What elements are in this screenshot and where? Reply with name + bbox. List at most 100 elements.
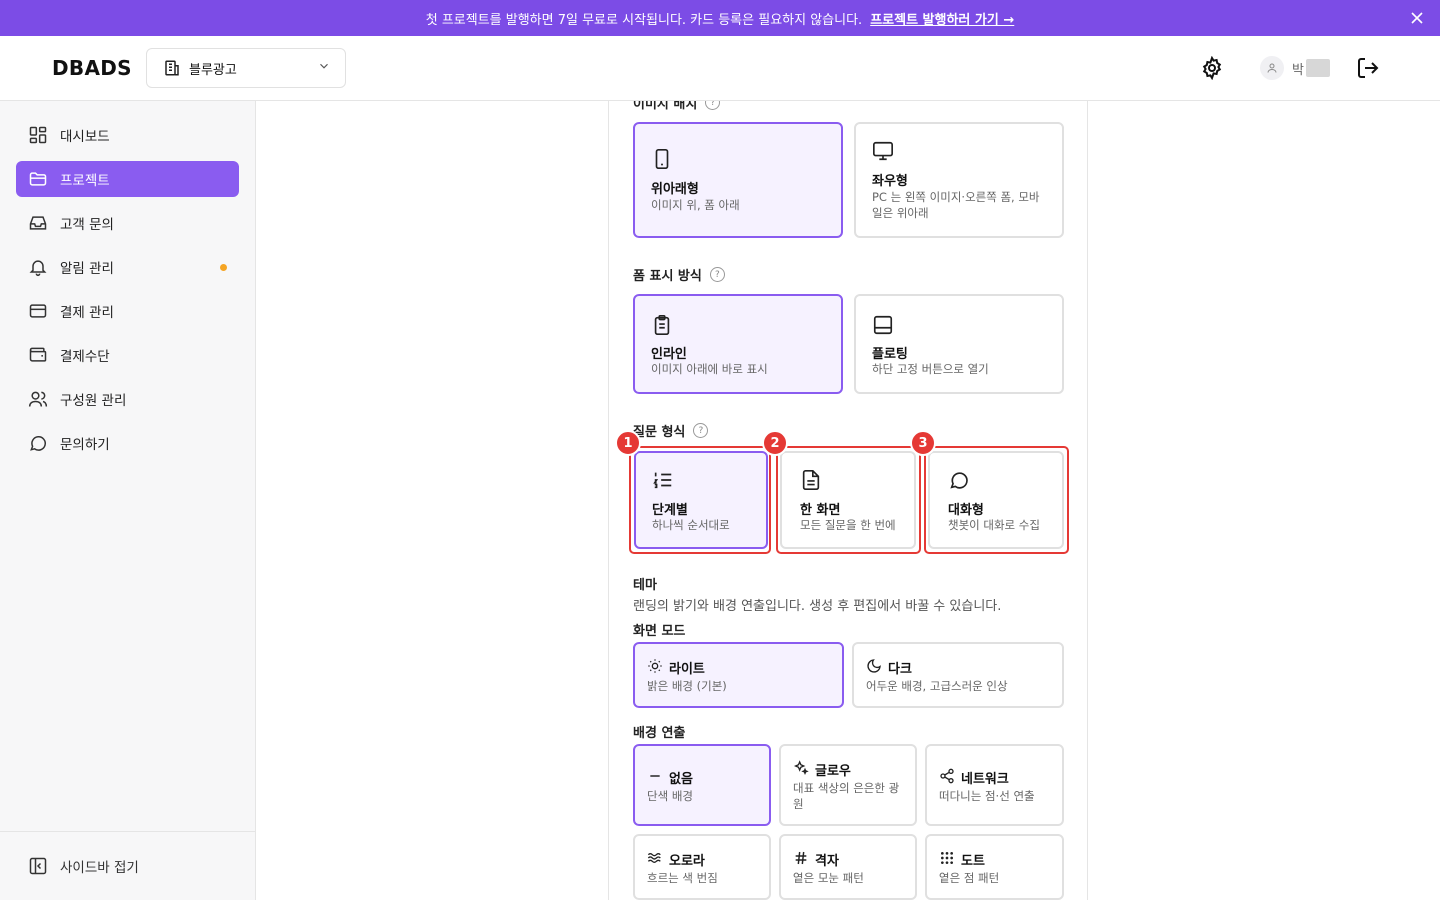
bg-aurora[interactable]: 오로라 흐르는 색 번짐 (633, 834, 771, 900)
file-text-icon (800, 469, 822, 491)
collapse-sidebar-button[interactable]: 사이드바 접기 (0, 831, 255, 900)
workspace-selector[interactable]: 블루광고 (146, 48, 346, 88)
layout-option-vertical[interactable]: 위아래형 이미지 위, 폼 아래 (633, 122, 843, 238)
hash-icon (793, 850, 809, 866)
option-title: 플로팅 (872, 347, 908, 362)
help-icon[interactable]: ? (693, 423, 709, 438)
mode-light[interactable]: 라이트 밝은 배경 (기본) (633, 642, 844, 708)
bg-glow[interactable]: 글로우 대표 색상의 은은한 광원 (779, 744, 917, 826)
bg-dots[interactable]: 도트 옅은 점 패턴 (925, 834, 1064, 900)
sidebar-item-members[interactable]: 구성원 관리 (16, 381, 239, 417)
logout-icon[interactable] (1356, 56, 1380, 80)
question-type-chat[interactable]: 대화형 챗봇이 대화로 수집 (928, 451, 1064, 549)
share-icon (939, 768, 955, 784)
screen-mode-label: 화면 모드 (633, 624, 686, 639)
option-title: 한 화면 (800, 503, 841, 518)
message-icon (948, 469, 970, 491)
dots-grid-icon (939, 850, 955, 866)
question-type-single-page[interactable]: 한 화면 모든 질문을 한 번에 (780, 451, 916, 549)
sidebar-item-label: 알림 관리 (60, 261, 114, 277)
workspace-name: 블루광고 (189, 62, 237, 78)
bg-grid[interactable]: 격자 옅은 모눈 패턴 (779, 834, 917, 900)
option-title: 라이트 (669, 662, 705, 677)
option-title: 좌우형 (872, 174, 908, 189)
wallet-icon (28, 345, 48, 365)
dashboard-icon (28, 125, 48, 145)
sidebar-item-customer-inquiries[interactable]: 고객 문의 (16, 205, 239, 241)
folder-icon (28, 169, 48, 189)
sidebar-item-billing[interactable]: 결제 관리 (16, 293, 239, 329)
sidebar-nav: 대시보드 프로젝트 고객 문의 알림 관리 결제 관리 결제수단 구성원 관리 (16, 117, 239, 469)
monitor-icon (872, 140, 894, 162)
sidebar-item-payment-methods[interactable]: 결제수단 (16, 337, 239, 373)
help-icon[interactable]: ? (705, 101, 721, 110)
option-desc: 떠다니는 점·선 연출 (939, 789, 1035, 803)
sidebar-item-contact[interactable]: 문의하기 (16, 425, 239, 461)
bell-icon (28, 257, 48, 277)
panel-bottom-icon (872, 314, 894, 336)
sidebar-item-label: 문의하기 (60, 437, 110, 453)
option-title: 단계별 (652, 503, 688, 518)
form-display-label: 폼 표시 방식? (633, 265, 725, 284)
minus-icon (647, 768, 663, 784)
sidebar-item-label: 프로젝트 (60, 173, 110, 189)
question-type-step[interactable]: 단계별 하나씩 순서대로 (634, 451, 768, 549)
option-desc: 어두운 배경, 고급스러운 인상 (866, 679, 1008, 693)
option-title: 위아래형 (651, 182, 699, 197)
annotation-badge-2: 2 (762, 430, 788, 456)
option-title: 대화형 (948, 503, 984, 518)
option-title: 네트워크 (961, 772, 1009, 787)
option-desc: PC 는 왼쪽 이미지·오른쪽 폼, 모바일은 위아래 (872, 190, 1040, 220)
option-title: 다크 (888, 662, 912, 677)
bg-none[interactable]: 없음 단색 배경 (633, 744, 771, 826)
option-desc: 흐르는 색 번짐 (647, 871, 718, 885)
option-title: 없음 (669, 772, 693, 787)
sidebar-item-notifications[interactable]: 알림 관리 (16, 249, 239, 285)
user-name: 박 (1292, 62, 1304, 78)
annotation-badge-1: 1 (615, 430, 641, 456)
sidebar-collapse-icon (28, 856, 48, 876)
form-display-floating[interactable]: 플로팅 하단 고정 버튼으로 열기 (854, 294, 1064, 394)
sidebar-item-label: 대시보드 (60, 129, 110, 145)
clipboard-icon (651, 314, 673, 336)
user-name-redacted (1305, 59, 1330, 77)
sidebar-item-label: 구성원 관리 (60, 393, 127, 409)
bg-network[interactable]: 네트워크 떠다니는 점·선 연출 (925, 744, 1064, 826)
users-icon (28, 389, 48, 409)
help-icon[interactable]: ? (709, 267, 725, 282)
option-desc: 대표 색상의 은은한 광원 (793, 781, 900, 811)
chat-icon (28, 433, 48, 453)
option-desc: 하나씩 순서대로 (652, 518, 730, 532)
banner-cta-link[interactable]: 프로젝트 발행하러 가기 → (870, 9, 1014, 28)
sidebar-item-projects[interactable]: 프로젝트 (16, 161, 239, 197)
tablet-icon (651, 148, 673, 170)
option-desc: 하단 고정 버튼으로 열기 (872, 362, 989, 376)
mode-dark[interactable]: 다크 어두운 배경, 고급스러운 인상 (852, 642, 1064, 708)
list-ordered-icon (652, 469, 674, 491)
option-desc: 옅은 점 패턴 (939, 871, 1000, 885)
question-type-label: 질문 형식? (633, 421, 709, 440)
option-title: 인라인 (651, 347, 687, 362)
app-logo[interactable]: DBADS (52, 56, 132, 80)
sun-icon (647, 658, 663, 674)
inbox-icon (28, 213, 48, 233)
option-title: 오로라 (669, 854, 705, 869)
close-icon[interactable] (1408, 9, 1426, 27)
user-menu[interactable]: 박 (1260, 56, 1330, 80)
form-display-inline[interactable]: 인라인 이미지 아래에 바로 표시 (633, 294, 843, 394)
chevron-down-icon (317, 59, 331, 77)
option-desc: 밝은 배경 (기본) (647, 679, 727, 693)
banner-text: 첫 프로젝트를 발행하면 7일 무료로 시작됩니다. 카드 등록은 필요하지 않… (425, 12, 863, 28)
option-desc: 옅은 모눈 패턴 (793, 871, 864, 885)
sidebar-item-dashboard[interactable]: 대시보드 (16, 117, 239, 153)
gear-icon[interactable] (1200, 55, 1224, 81)
building-icon (163, 59, 181, 77)
sidebar-item-label: 결제 관리 (60, 305, 114, 321)
option-desc: 챗봇이 대화로 수집 (948, 518, 1040, 532)
card-icon (28, 301, 48, 321)
sidebar-item-label: 고객 문의 (60, 217, 114, 233)
promo-banner: 첫 프로젝트를 발행하면 7일 무료로 시작됩니다. 카드 등록은 필요하지 않… (0, 0, 1440, 36)
avatar (1260, 56, 1284, 80)
layout-option-horizontal[interactable]: 좌우형 PC 는 왼쪽 이미지·오른쪽 폼, 모바일은 위아래 (854, 122, 1064, 238)
option-title: 도트 (961, 854, 985, 869)
